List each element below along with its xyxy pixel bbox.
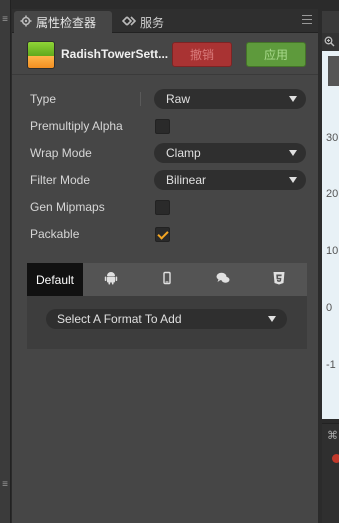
gear-icon bbox=[20, 15, 32, 30]
prop-packable: Packable bbox=[30, 223, 306, 245]
canvas-y-label: 10 bbox=[326, 245, 339, 257]
html5-icon bbox=[272, 271, 286, 288]
chat-bubbles-icon bbox=[216, 271, 230, 288]
scene-canvas[interactable]: 30 20 10 0 -1 bbox=[322, 51, 339, 419]
packable-label: Packable bbox=[30, 227, 80, 241]
scene-thumbnail bbox=[328, 56, 339, 86]
canvas-y-label: 20 bbox=[326, 188, 339, 200]
tab-platform-default[interactable]: Default bbox=[27, 263, 83, 296]
android-icon bbox=[104, 271, 118, 288]
tab-services-label: 服务 bbox=[140, 15, 165, 30]
wrap-mode-select[interactable]: Clamp bbox=[154, 143, 306, 163]
panel-menu-icon[interactable] bbox=[302, 15, 312, 24]
tab-platform-chat[interactable] bbox=[195, 263, 251, 296]
services-icon bbox=[121, 15, 137, 30]
tab-inspector[interactable]: 属性检查器 bbox=[14, 11, 112, 33]
filter-mode-label: Filter Mode bbox=[30, 173, 91, 187]
left-strip-glyph-bottom: ≡ bbox=[2, 479, 8, 490]
type-select-value: Raw bbox=[166, 92, 191, 106]
filter-mode-select[interactable]: Bilinear bbox=[154, 170, 306, 190]
platform-tabs: Default bbox=[27, 263, 307, 296]
chevron-down-icon bbox=[289, 150, 297, 156]
prop-type: Type Raw bbox=[30, 88, 306, 110]
asset-name: RadishTowerSett... bbox=[61, 47, 169, 61]
revert-button[interactable]: 撤销 bbox=[172, 42, 232, 67]
left-panel-strip: ≡ ≡ bbox=[0, 0, 11, 523]
wrap-mode-select-value: Clamp bbox=[166, 146, 201, 160]
canvas-y-label: 0 bbox=[326, 302, 333, 314]
tab-services[interactable]: 服务 bbox=[116, 11, 170, 33]
format-select[interactable]: Select A Format To Add bbox=[46, 309, 287, 329]
premultiply-alpha-label: Premultiply Alpha bbox=[30, 119, 123, 133]
wrap-mode-label: Wrap Mode bbox=[30, 146, 92, 160]
texture-asset-icon bbox=[27, 41, 55, 69]
type-select[interactable]: Raw bbox=[154, 89, 306, 109]
console-panel: ⌘ bbox=[322, 423, 339, 523]
adjacent-panel-tab[interactable] bbox=[322, 11, 339, 33]
prop-wrap-mode: Wrap Mode Clamp bbox=[30, 142, 306, 164]
filter-mode-select-value: Bilinear bbox=[166, 173, 207, 187]
tab-platform-mobile[interactable] bbox=[139, 263, 195, 296]
adjacent-panel: 30 20 10 0 -1 ⌘ bbox=[320, 0, 339, 523]
premultiply-alpha-checkbox[interactable] bbox=[155, 118, 170, 134]
zoom-icon[interactable] bbox=[324, 36, 335, 50]
left-strip-glyph: ≡ bbox=[2, 14, 8, 25]
packable-checkbox[interactable] bbox=[155, 226, 170, 242]
canvas-y-label: 30 bbox=[326, 132, 339, 144]
gen-mipmaps-checkbox[interactable] bbox=[155, 199, 170, 215]
asset-header: RadishTowerSett... 撤销 应用 bbox=[12, 35, 318, 75]
prop-gen-mipmaps: Gen Mipmaps bbox=[30, 196, 306, 218]
gen-mipmaps-label: Gen Mipmaps bbox=[30, 200, 105, 214]
panel-tab-bar: 属性检查器 服务 bbox=[12, 9, 318, 33]
format-select-placeholder: Select A Format To Add bbox=[57, 312, 182, 326]
canvas-y-label: -1 bbox=[326, 359, 336, 371]
console-tab-glyph[interactable]: ⌘ bbox=[327, 429, 338, 442]
chevron-down-icon bbox=[289, 96, 297, 102]
type-label: Type bbox=[30, 92, 57, 106]
error-icon[interactable] bbox=[332, 454, 339, 463]
mobile-icon bbox=[160, 271, 174, 288]
chevron-down-icon bbox=[268, 316, 276, 322]
chevron-down-icon bbox=[289, 177, 297, 183]
platform-settings: Default Select A Format To Add bbox=[27, 263, 307, 349]
tab-platform-android[interactable] bbox=[83, 263, 139, 296]
apply-button[interactable]: 应用 bbox=[246, 42, 306, 67]
tab-platform-html5[interactable] bbox=[251, 263, 307, 296]
prop-filter-mode: Filter Mode Bilinear bbox=[30, 169, 306, 191]
prop-premultiply-alpha: Premultiply Alpha bbox=[30, 115, 306, 137]
type-divider bbox=[140, 92, 141, 106]
adjacent-panel-toolbar bbox=[322, 33, 339, 51]
tab-inspector-label: 属性检查器 bbox=[36, 15, 97, 30]
